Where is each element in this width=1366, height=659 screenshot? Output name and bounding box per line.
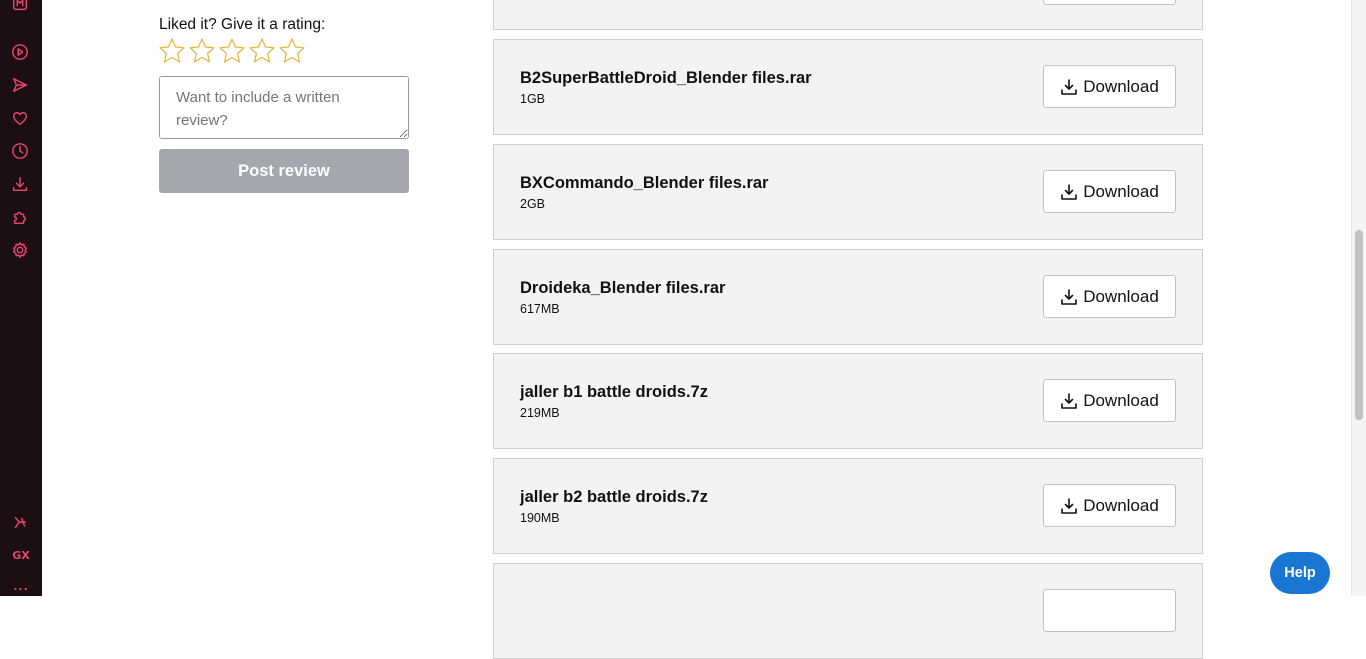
file-row: Droideka_Blender files.rar 617MB Downloa… xyxy=(493,249,1203,345)
file-name: jaller b1 battle droids.7z xyxy=(520,383,708,401)
download-icon xyxy=(1061,392,1077,409)
download-button[interactable]: Download xyxy=(1043,170,1176,213)
star-icon-5[interactable] xyxy=(278,37,306,65)
download-button[interactable] xyxy=(1043,589,1176,632)
star-rating[interactable] xyxy=(158,37,306,65)
file-size: 1GB xyxy=(520,92,546,106)
star-icon-3[interactable] xyxy=(218,37,246,65)
scrollbar[interactable] xyxy=(1351,0,1366,596)
file-row: jaller b2 battle droids.7z 190MB Downloa… xyxy=(493,458,1203,554)
download-icon[interactable] xyxy=(10,174,30,194)
clock-icon[interactable] xyxy=(10,141,30,161)
file-row-partial-bottom xyxy=(493,563,1203,659)
download-button[interactable]: Download xyxy=(1043,484,1176,527)
file-size: 219MB xyxy=(520,406,560,420)
download-label: Download xyxy=(1083,390,1159,410)
browser-sidebar: GX ... xyxy=(0,0,42,596)
send-icon[interactable] xyxy=(10,75,30,95)
file-name: Droideka_Blender files.rar xyxy=(520,279,726,297)
file-size: 617MB xyxy=(520,302,560,316)
star-icon-2[interactable] xyxy=(188,37,216,65)
heart-icon[interactable] xyxy=(10,108,30,128)
twitch-icon[interactable] xyxy=(10,513,30,533)
download-button[interactable]: Download xyxy=(1043,65,1176,108)
download-label: Download xyxy=(1083,181,1159,201)
settings-icon[interactable] xyxy=(10,240,30,260)
download-icon xyxy=(1061,288,1077,305)
rating-prompt: Liked it? Give it a rating: xyxy=(159,16,326,33)
download-label: Download xyxy=(1083,495,1159,515)
puzzle-icon[interactable] xyxy=(10,207,30,227)
download-button[interactable] xyxy=(1043,0,1176,5)
file-row: BXCommando_Blender files.rar 2GB Downloa… xyxy=(493,144,1203,240)
download-button[interactable]: Download xyxy=(1043,379,1176,422)
file-name: B2SuperBattleDroid_Blender files.rar xyxy=(520,69,812,87)
file-name: BXCommando_Blender files.rar xyxy=(520,174,769,192)
file-size: 190MB xyxy=(520,511,560,525)
play-icon[interactable] xyxy=(10,42,30,62)
post-review-button[interactable]: Post review xyxy=(159,149,409,193)
star-icon-1[interactable] xyxy=(158,37,186,65)
file-size: 2GB xyxy=(520,197,546,211)
download-icon xyxy=(1061,78,1077,95)
star-icon-4[interactable] xyxy=(248,37,276,65)
gx-label[interactable]: GX xyxy=(0,549,42,562)
download-icon xyxy=(1061,497,1077,514)
help-button[interactable]: Help xyxy=(1270,552,1330,594)
download-button[interactable]: Download xyxy=(1043,275,1176,318)
file-row-partial-top xyxy=(493,0,1203,30)
more-icon[interactable]: ... xyxy=(0,580,42,593)
download-icon xyxy=(1061,183,1077,200)
download-label: Download xyxy=(1083,76,1159,96)
download-label: Download xyxy=(1083,286,1159,306)
gx-logo-icon[interactable] xyxy=(10,0,30,14)
file-row: B2SuperBattleDroid_Blender files.rar 1GB… xyxy=(493,39,1203,135)
scrollbar-thumb[interactable] xyxy=(1355,230,1363,420)
review-text-input[interactable] xyxy=(159,76,409,139)
file-name: jaller b2 battle droids.7z xyxy=(520,488,708,506)
file-row: jaller b1 battle droids.7z 219MB Downloa… xyxy=(493,353,1203,449)
